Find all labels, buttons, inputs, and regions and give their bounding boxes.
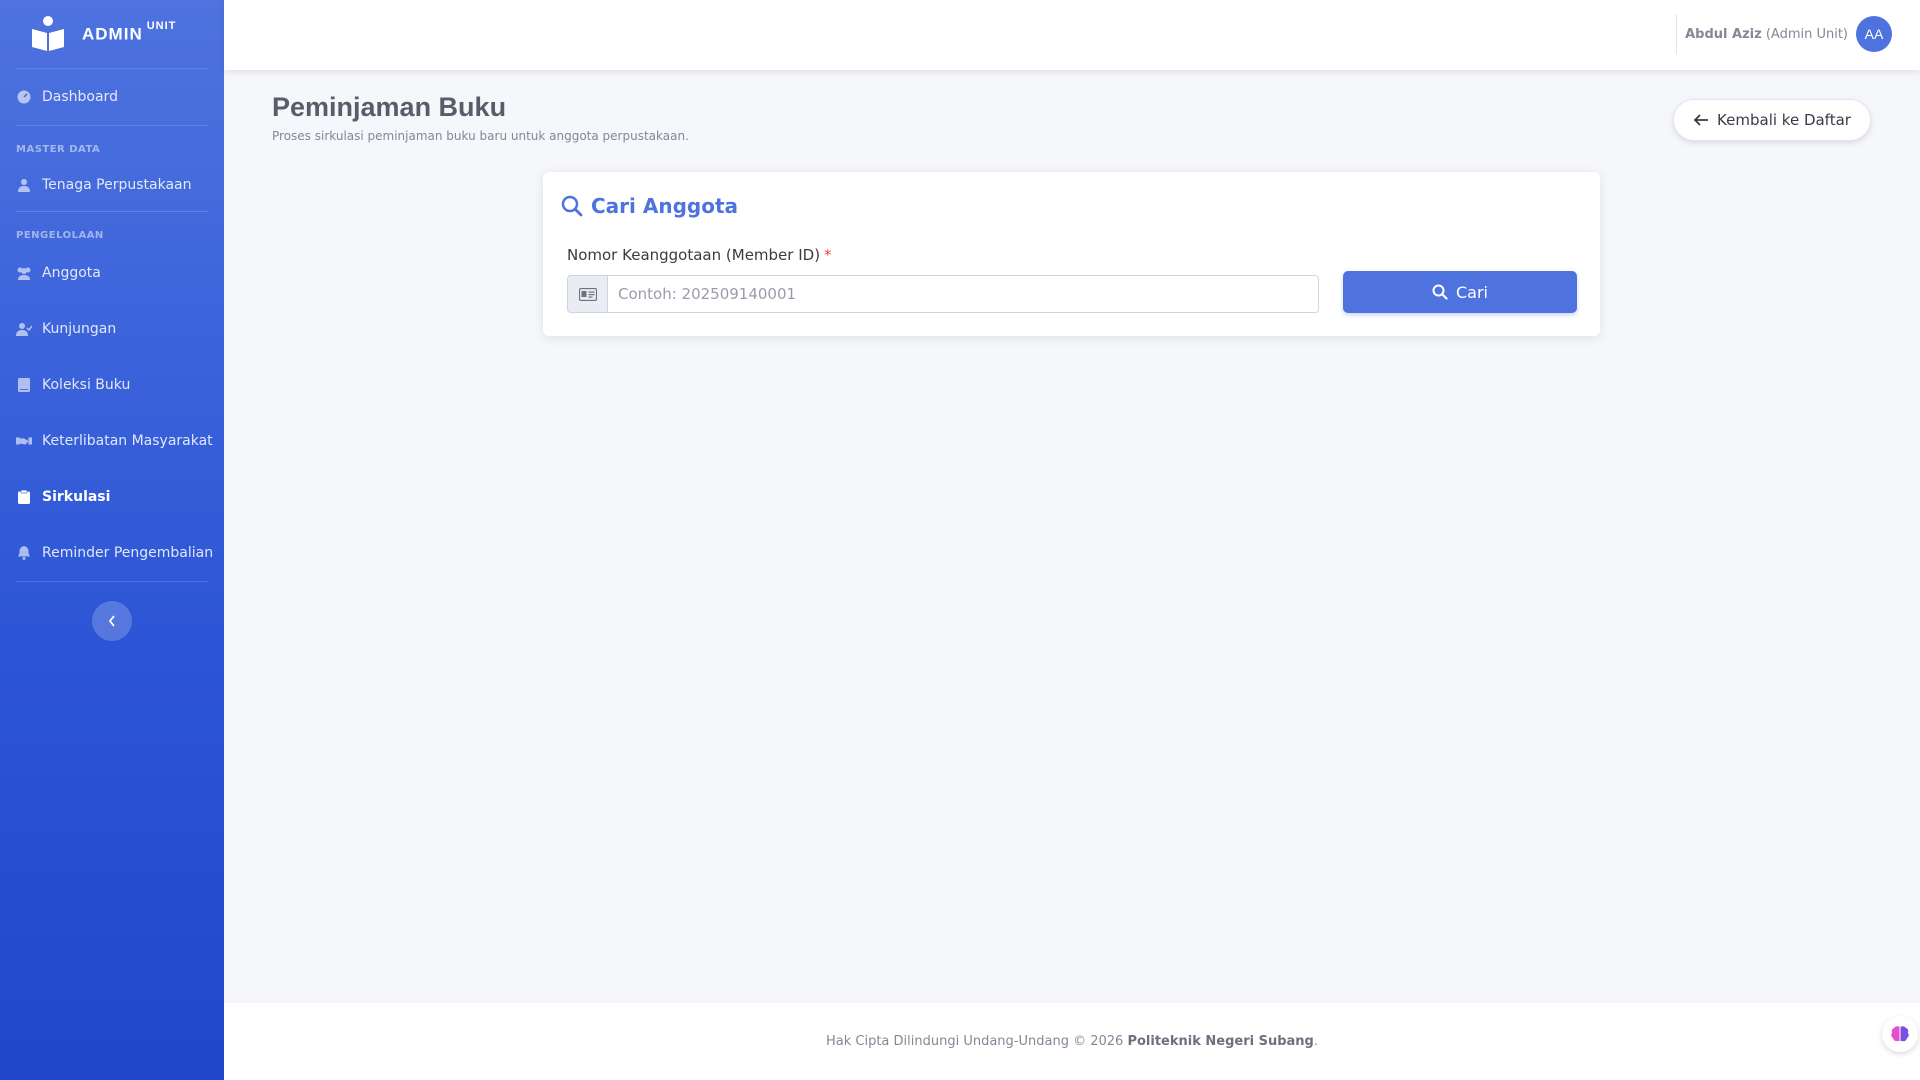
brain-icon (1891, 1026, 1909, 1042)
footer-text: Hak Cipta Dilindungi Undang-Undang © 202… (825, 1034, 1318, 1049)
sidebar-item-label: Koleksi Buku (42, 377, 131, 393)
search-icon (1432, 284, 1448, 300)
sidebar-item-anggota[interactable]: Anggota (0, 245, 224, 301)
sidebar-item-label: Sirkulasi (42, 489, 111, 505)
footer: Hak Cipta Dilindungi Undang-Undang © 202… (224, 1003, 1920, 1080)
topbar-divider (1676, 14, 1677, 54)
sidebar-item-kunjungan[interactable]: Kunjungan (0, 301, 224, 357)
card-title-text: Cari Anggota (591, 194, 739, 218)
book-reader-icon (32, 16, 64, 51)
sidebar-item-koleksi-buku[interactable]: Koleksi Buku (0, 357, 224, 413)
clipboard-icon (16, 489, 32, 505)
card-title: Cari Anggota (561, 194, 738, 218)
sidebar-item-label: Dashboard (42, 89, 118, 105)
search-icon (561, 195, 583, 217)
sidebar-item-keterlibatan-masyarakat[interactable]: Keterlibatan Masyarakat (0, 413, 224, 469)
required-mark: * (824, 246, 832, 264)
sidebar-item-label: Anggota (42, 265, 101, 281)
user-label: Abdul Aziz (Admin Unit) (1685, 27, 1848, 42)
sidebar-item-label: Kunjungan (42, 321, 117, 337)
id-card-icon (568, 276, 608, 312)
back-to-list-button[interactable]: Kembali ke Daftar (1673, 99, 1871, 141)
brand-name: ADMIN UNIT (82, 19, 177, 44)
search-member-card: Cari Anggota Nomor Keanggotaan (Member I… (543, 172, 1600, 336)
chevron-left-icon (108, 615, 115, 627)
back-button-label: Kembali ke Daftar (1717, 111, 1851, 129)
user-role: (Admin Unit) (1765, 26, 1848, 42)
user-check-icon (16, 321, 32, 337)
sidebar-item-sirkulasi[interactable]: Sirkulasi (0, 469, 224, 525)
member-id-label: Nomor Keanggotaan (Member ID) * (567, 246, 832, 264)
topbar: Abdul Aziz (Admin Unit) AA (224, 0, 1920, 70)
section-heading-pengelolaan: PENGELOLAAN (16, 230, 104, 241)
sidebar-item-dashboard[interactable]: Dashboard (0, 69, 224, 125)
user-name: Abdul Aziz (1685, 26, 1762, 42)
bell-icon (16, 545, 32, 561)
search-button[interactable]: Cari (1343, 271, 1577, 313)
search-button-label: Cari (1456, 282, 1488, 302)
page-subtitle: Proses sirkulasi peminjaman buku baru un… (272, 129, 689, 143)
user-menu[interactable]: Abdul Aziz (Admin Unit) AA (1685, 16, 1892, 52)
sidebar-item-reminder-pengembalian[interactable]: Reminder Pengembalian (0, 525, 224, 581)
section-heading-master: MASTER DATA (16, 144, 101, 155)
assistant-fab-button[interactable] (1882, 1016, 1918, 1052)
arrow-left-icon (1693, 114, 1709, 126)
brand-suffix: UNIT (146, 19, 177, 32)
sidebar: ADMIN UNIT Dashboard MASTER DATA Tenaga P… (0, 0, 224, 1080)
sidebar-item-tenaga-perpustakaan[interactable]: Tenaga Perpustakaan (0, 159, 224, 211)
book-icon (16, 377, 32, 393)
avatar[interactable]: AA (1856, 16, 1892, 52)
sidebar-item-label: Reminder Pengembalian (42, 545, 214, 561)
footer-org: Politeknik Negeri Subang (1127, 1034, 1314, 1049)
brand[interactable]: ADMIN UNIT (0, 0, 224, 68)
member-id-input-group (567, 275, 1319, 313)
divider (16, 581, 208, 582)
user-icon (16, 177, 32, 193)
member-id-input[interactable] (608, 276, 1318, 312)
sidebar-item-label: Tenaga Perpustakaan (42, 177, 192, 193)
sidebar-toggle-button[interactable] (92, 601, 132, 641)
sidebar-item-label: Keterlibatan Masyarakat (42, 433, 213, 449)
page-title: Peminjaman Buku (272, 92, 507, 122)
handshake-icon (16, 433, 32, 449)
tachometer-icon (16, 89, 32, 105)
users-icon (16, 265, 32, 281)
